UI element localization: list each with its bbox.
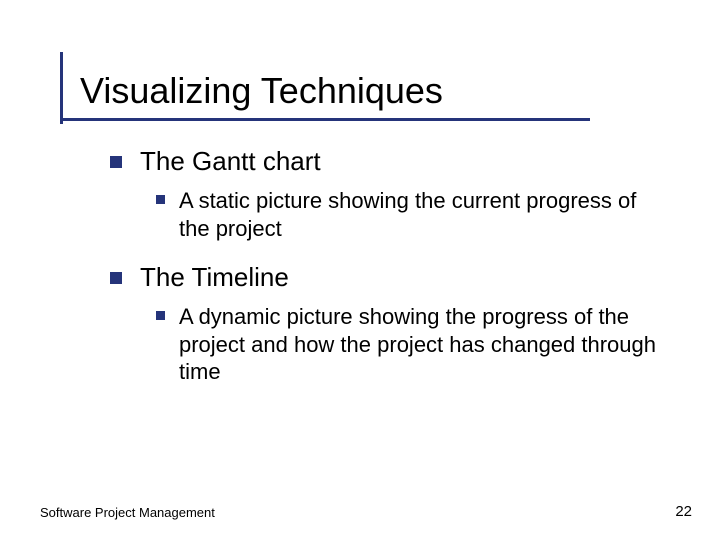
list-subitem: A static picture showing the current pro… bbox=[156, 187, 656, 242]
list-subitem: A dynamic picture showing the progress o… bbox=[156, 303, 656, 386]
content-area: The Gantt chart A static picture showing… bbox=[110, 146, 690, 386]
title-block: Visualizing Techniques bbox=[80, 70, 690, 118]
list-subitem-text: A dynamic picture showing the progress o… bbox=[179, 303, 656, 386]
list-subitem-text: A static picture showing the current pro… bbox=[179, 187, 656, 242]
footer-text: Software Project Management bbox=[40, 505, 215, 520]
slide-title: Visualizing Techniques bbox=[80, 70, 690, 118]
square-bullet-icon bbox=[110, 156, 122, 168]
list-item-label: The Timeline bbox=[140, 262, 289, 293]
square-bullet-icon bbox=[156, 311, 165, 320]
list-item: The Timeline bbox=[110, 262, 690, 293]
title-vertical-rule bbox=[60, 52, 63, 124]
page-number: 22 bbox=[675, 503, 692, 520]
list-item-label: The Gantt chart bbox=[140, 146, 321, 177]
title-underline bbox=[60, 118, 590, 121]
square-bullet-icon bbox=[110, 272, 122, 284]
list-item: The Gantt chart bbox=[110, 146, 690, 177]
square-bullet-icon bbox=[156, 195, 165, 204]
slide: Visualizing Techniques The Gantt chart A… bbox=[0, 0, 720, 540]
